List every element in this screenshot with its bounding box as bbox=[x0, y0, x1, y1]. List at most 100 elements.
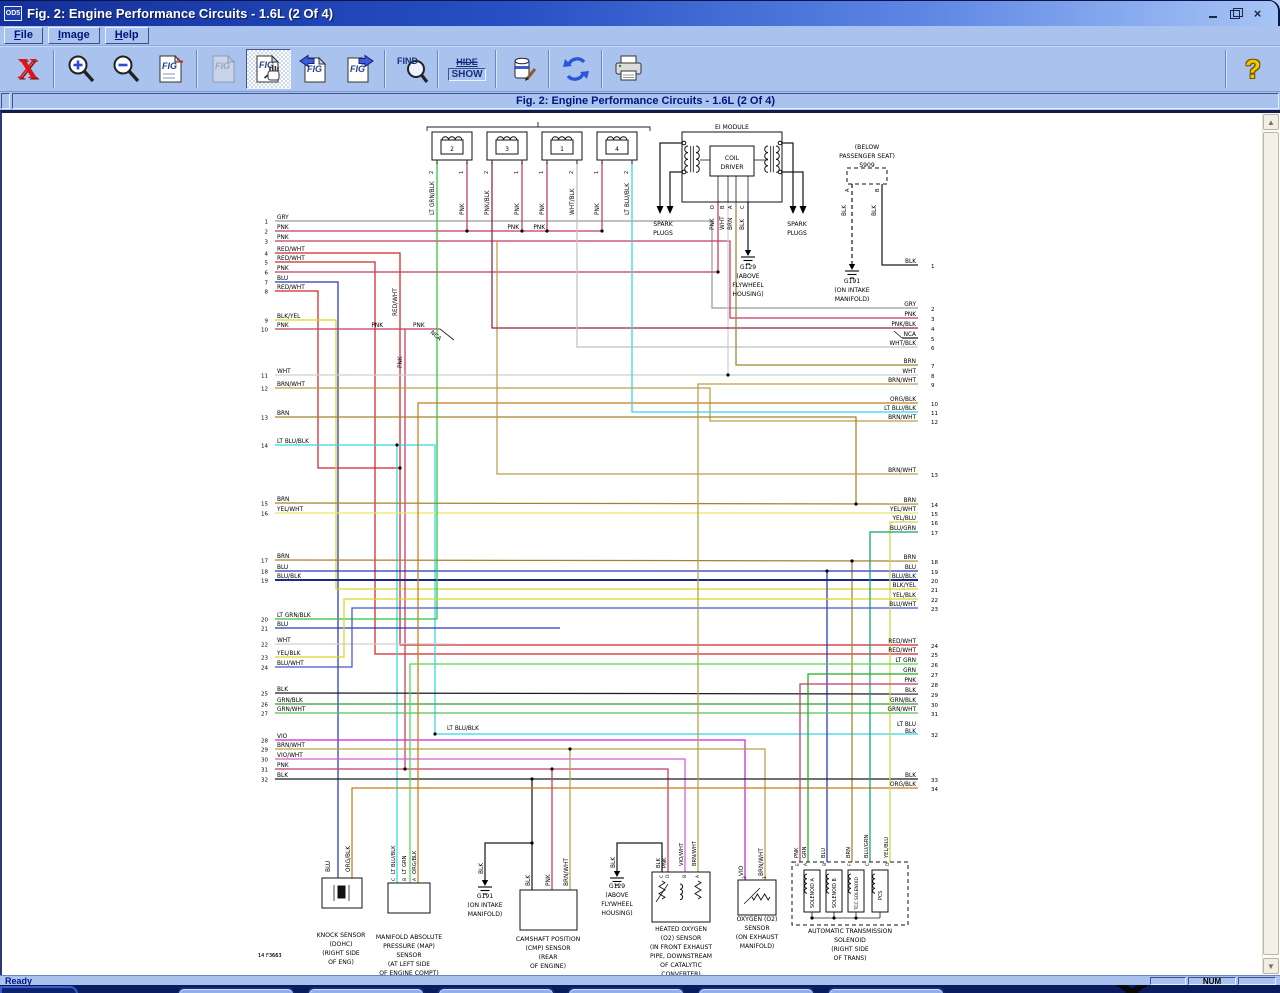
scroll-down-button[interactable]: ▼ bbox=[1263, 958, 1279, 974]
svg-text:3: 3 bbox=[505, 146, 509, 153]
svg-text:BLU: BLU bbox=[277, 565, 288, 571]
svg-text:14: 14 bbox=[931, 503, 938, 509]
menu-help[interactable]: Help bbox=[105, 27, 149, 44]
svg-text:ORG/BLK: ORG/BLK bbox=[412, 850, 418, 874]
scrollbar-thumb[interactable] bbox=[1263, 132, 1279, 955]
svg-text:PNK: PNK bbox=[413, 323, 425, 329]
svg-text:RED/WHT: RED/WHT bbox=[277, 285, 305, 291]
svg-text:ORG/BLK: ORG/BLK bbox=[890, 397, 916, 403]
svg-text:BRN: BRN bbox=[904, 359, 916, 365]
svg-text:(ON INTAKE: (ON INTAKE bbox=[834, 287, 869, 294]
zoom-in-button[interactable] bbox=[58, 49, 103, 89]
svg-text:32: 32 bbox=[931, 733, 938, 739]
help-button[interactable]: ? bbox=[1230, 49, 1276, 89]
svg-text:28: 28 bbox=[261, 739, 268, 745]
toolbar-separator bbox=[196, 50, 198, 88]
svg-text:FLYWHEEL: FLYWHEEL bbox=[732, 282, 764, 289]
svg-text:15: 15 bbox=[261, 502, 268, 508]
figure-icon: FIG bbox=[155, 53, 187, 85]
diagram-canvas[interactable]: 2314LT GRN/BLKPNKPNK/BLKPNKPNKWHT/BLKPNK… bbox=[0, 110, 1280, 975]
print-button[interactable] bbox=[606, 49, 651, 89]
svg-text:30: 30 bbox=[261, 758, 268, 764]
figure-pan-hand-icon: FIG bbox=[253, 53, 285, 85]
figure-previous-icon: FIG bbox=[298, 53, 330, 85]
taskbar-button[interactable] bbox=[307, 987, 425, 993]
caption-segment bbox=[1, 93, 10, 109]
num-lock-indicator: NUM bbox=[1188, 977, 1236, 985]
vertical-scrollbar[interactable]: ▲ ▼ bbox=[1262, 113, 1279, 975]
taskbar-button[interactable] bbox=[697, 987, 815, 993]
svg-text:3: 3 bbox=[931, 317, 935, 323]
svg-text:OF ENG): OF ENG) bbox=[328, 959, 354, 966]
svg-text:(REAR: (REAR bbox=[539, 954, 559, 961]
toolbar-separator bbox=[384, 50, 386, 88]
hide-show-button[interactable]: HIDE SHOW bbox=[442, 49, 492, 89]
wiring-diagram[interactable]: 2314LT GRN/BLKPNKPNK/BLKPNKPNKWHT/BLKPNK… bbox=[0, 113, 1280, 975]
svg-text:21: 21 bbox=[931, 588, 938, 594]
figure-pan-button[interactable]: FIG bbox=[246, 49, 291, 89]
find-button[interactable]: FIND bbox=[389, 49, 434, 89]
svg-text:2: 2 bbox=[265, 230, 269, 236]
svg-text:VIO/WHT: VIO/WHT bbox=[277, 753, 303, 759]
svg-text:(IN FRONT EXHAUST: (IN FRONT EXHAUST bbox=[650, 944, 713, 951]
svg-text:PNK: PNK bbox=[540, 203, 546, 215]
svg-text:BLK: BLK bbox=[740, 219, 746, 230]
refresh-icon bbox=[560, 53, 592, 85]
svg-text:1: 1 bbox=[931, 264, 935, 270]
taskbar-button[interactable] bbox=[567, 987, 685, 993]
taskbar-button[interactable] bbox=[827, 987, 945, 993]
svg-text:BRN/WHT: BRN/WHT bbox=[888, 415, 916, 421]
svg-text:B: B bbox=[682, 875, 688, 878]
svg-text:EI MODULE: EI MODULE bbox=[715, 124, 749, 131]
svg-text:D: D bbox=[885, 862, 891, 866]
paint-redraw-button[interactable] bbox=[500, 49, 545, 89]
svg-text:BRN: BRN bbox=[846, 847, 852, 858]
svg-text:8: 8 bbox=[931, 374, 935, 380]
svg-text:28: 28 bbox=[931, 683, 938, 689]
taskbar-button[interactable] bbox=[437, 987, 555, 993]
svg-text:G191: G191 bbox=[477, 893, 493, 900]
restore-button[interactable] bbox=[1229, 8, 1242, 19]
svg-text:GRN: GRN bbox=[802, 846, 808, 858]
refresh-button[interactable] bbox=[553, 49, 598, 89]
svg-text:PNK/BLK: PNK/BLK bbox=[485, 190, 491, 215]
svg-text:VIO/WHT: VIO/WHT bbox=[679, 842, 685, 866]
figure-list-button[interactable]: FIG bbox=[148, 49, 193, 89]
close-figure-button[interactable]: X bbox=[5, 49, 50, 89]
svg-text:PNK: PNK bbox=[904, 678, 916, 684]
minimize-button[interactable] bbox=[1207, 8, 1220, 19]
taskbar-button[interactable] bbox=[177, 987, 295, 993]
svg-text:C: C bbox=[659, 875, 665, 878]
svg-text:WHT/BLK: WHT/BLK bbox=[889, 341, 916, 347]
svg-text:24: 24 bbox=[261, 666, 268, 672]
menu-file[interactable]: File bbox=[4, 27, 43, 44]
svg-text:A: A bbox=[728, 205, 734, 209]
svg-text:16: 16 bbox=[261, 512, 268, 518]
svg-text:ORG/BLK: ORG/BLK bbox=[890, 782, 916, 788]
svg-text:LT BLU/BLK: LT BLU/BLK bbox=[277, 439, 309, 445]
scroll-up-button[interactable]: ▲ bbox=[1263, 114, 1279, 130]
svg-text:C: C bbox=[865, 863, 871, 866]
svg-text:BLU/BLK: BLU/BLK bbox=[892, 574, 916, 580]
svg-text:12: 12 bbox=[261, 387, 268, 393]
svg-text:RED/WHT: RED/WHT bbox=[888, 648, 916, 654]
svg-text:FLYWHEEL: FLYWHEEL bbox=[601, 901, 633, 908]
svg-text:18: 18 bbox=[261, 570, 268, 576]
svg-text:BRN/WHT: BRN/WHT bbox=[759, 848, 765, 876]
status-panel bbox=[1150, 977, 1186, 985]
svg-text:7: 7 bbox=[931, 364, 935, 370]
figure-previous-button[interactable]: FIG bbox=[291, 49, 336, 89]
zoom-out-button[interactable] bbox=[103, 49, 148, 89]
close-x-icon: X bbox=[17, 54, 38, 84]
svg-text:29: 29 bbox=[931, 693, 938, 699]
app-icon: OD5 bbox=[4, 6, 22, 21]
window-title: Fig. 2: Engine Performance Circuits - 1.… bbox=[27, 6, 1207, 21]
svg-text:31: 31 bbox=[931, 712, 938, 718]
taskbar-start-button[interactable] bbox=[0, 986, 78, 993]
toolbar-separator bbox=[601, 50, 603, 88]
svg-text:WHT: WHT bbox=[277, 369, 291, 375]
figure-next-button[interactable]: FIG bbox=[336, 49, 381, 89]
menu-image[interactable]: Image bbox=[48, 27, 100, 44]
svg-text:5: 5 bbox=[265, 261, 269, 267]
close-button[interactable]: × bbox=[1251, 8, 1264, 19]
